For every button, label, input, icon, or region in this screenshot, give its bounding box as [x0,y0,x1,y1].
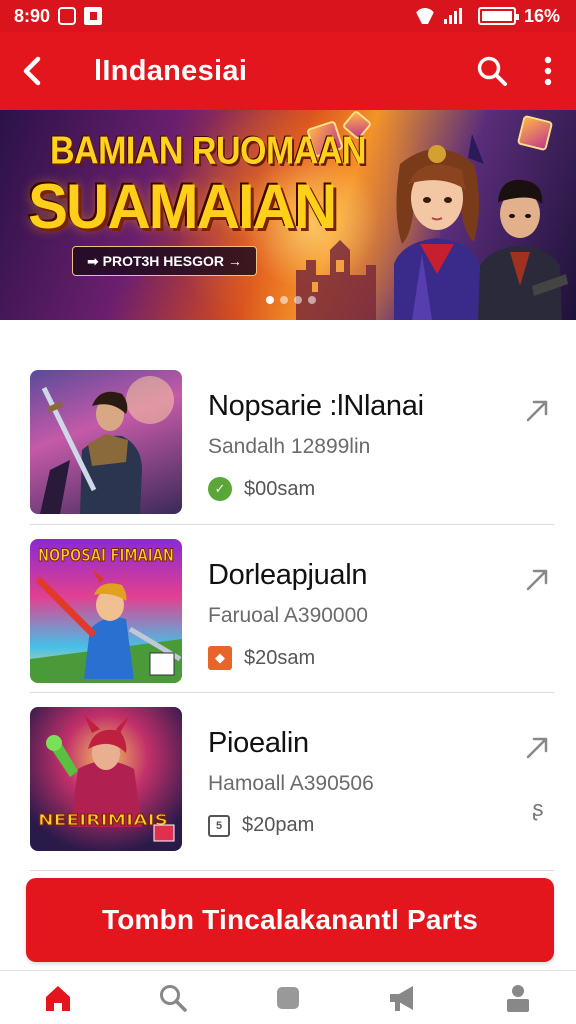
promo-banner[interactable]: BAMIAN RUOMAAN SUAMAIAN ➡ PROT3H HESGOR … [0,110,576,320]
tag-icon: ◆ [208,646,232,670]
item-body: Nopsarie :lNlanai Sandalh 12899lin ✓ $00… [208,370,508,501]
item-price-row: 5 $20pam [208,814,508,837]
info-icon: ʂ [532,796,544,821]
search-icon [477,56,507,86]
banner-pagination[interactable] [266,296,316,304]
banner-dot[interactable] [294,296,302,304]
profile-icon [507,984,530,1012]
item-title: Pioealin [208,727,309,759]
wifi-icon [414,8,436,24]
item-list: Nopsarie :lNlanai Sandalh 12899lin ✓ $00… [0,356,576,860]
arrow-icon [526,737,548,759]
notification-icon [58,7,77,25]
status-right: 16% [414,6,560,27]
megaphone-icon [390,985,414,1011]
hero-artwork: NOPOSAI FIMAIAN [30,546,182,683]
status-left: 8:90 [14,5,103,27]
item-subtitle: Faruoal A390000 [208,604,368,627]
item-price-row: ✓ $00sam [208,477,508,501]
nav-home[interactable] [26,971,90,1024]
list-item[interactable]: NEEIRIMIAIS Pioealin Hamoall A390506 5 $… [30,692,554,860]
bottom-navigation [0,970,576,1024]
item-price-row: ◆ $20sam [208,646,508,670]
status-bar: 8:90 16% [0,0,576,32]
item-body: Pioealin Hamoall A390506 5 $20pam [208,707,508,837]
item-price: $20sam [244,646,316,669]
signal-icon [443,8,462,24]
square-icon [276,986,299,1009]
arrow-icon [526,569,548,591]
more-options-button[interactable] [520,32,576,110]
item-price: $00sam [244,477,316,500]
more-vertical-icon [544,56,552,86]
battery-level: 16% [523,5,560,26]
heroine-artwork: NEEIRIMIAIS [38,715,175,842]
back-button[interactable] [0,32,64,110]
banner-headline: BAMIAN RUOMAAN [50,129,366,173]
status-time: 8:90 [14,5,51,26]
banner-dot[interactable] [308,296,316,304]
item-arrow-button[interactable] [522,394,554,426]
item-thumbnail: NOPOSAI FIMAIAN [30,539,182,683]
thumb-title-text: NEEIRIMIAIS [38,811,168,829]
item-extra-icon[interactable]: ʂ [526,797,550,821]
arrow-icon [526,400,548,422]
banner-title: SUAMAIAN [28,171,337,242]
app-bar: lIndanesiai [0,32,576,110]
item-subtitle: Sandalh 12899lin [208,435,371,458]
nav-profile[interactable] [486,971,550,1024]
banner-cta-pill[interactable]: ➡ PROT3H HESGOR → [72,246,257,276]
banner-dot[interactable] [280,296,288,304]
search-button[interactable] [464,32,520,110]
item-thumbnail: NEEIRIMIAIS [30,707,182,851]
home-icon [45,985,70,1011]
battery-icon [477,7,519,25]
primary-cta-button[interactable]: Tombn Tincalakanantl Parts [26,878,554,962]
hero-character-male [478,179,568,320]
back-arrow-icon [23,56,41,86]
search-icon [159,984,187,1012]
thumb-title-text: NOPOSAI FIMAIAN [38,546,174,566]
box-icon: 5 [208,814,230,837]
item-title: Dorleapjualn [208,559,368,591]
item-arrow-button[interactable] [522,563,554,595]
nav-announcements[interactable] [371,971,435,1024]
divider [30,870,554,871]
item-subtitle: Hamoall A390506 [208,772,374,795]
check-badge-icon: ✓ [208,477,232,501]
nav-search[interactable] [141,971,205,1024]
list-item[interactable]: NOPOSAI FIMAIAN Dorleapjualn Faruoal A39… [30,524,554,692]
card-decoration-icon [516,114,554,152]
item-title: Nopsarie :lNlanai [208,390,424,422]
item-body: Dorleapjualn Faruoal A390000 ◆ $20sam [208,539,508,670]
page-title: lIndanesiai [94,54,248,87]
banner-dot-active[interactable] [266,296,274,304]
list-item[interactable]: Nopsarie :lNlanai Sandalh 12899lin ✓ $00… [0,356,576,524]
warrior-artwork [40,376,174,514]
item-arrow-button[interactable] [522,731,554,763]
item-price: $20pam [242,814,315,836]
item-thumbnail [30,370,182,514]
nav-library[interactable] [256,971,320,1024]
app-notification-icon [84,7,103,25]
